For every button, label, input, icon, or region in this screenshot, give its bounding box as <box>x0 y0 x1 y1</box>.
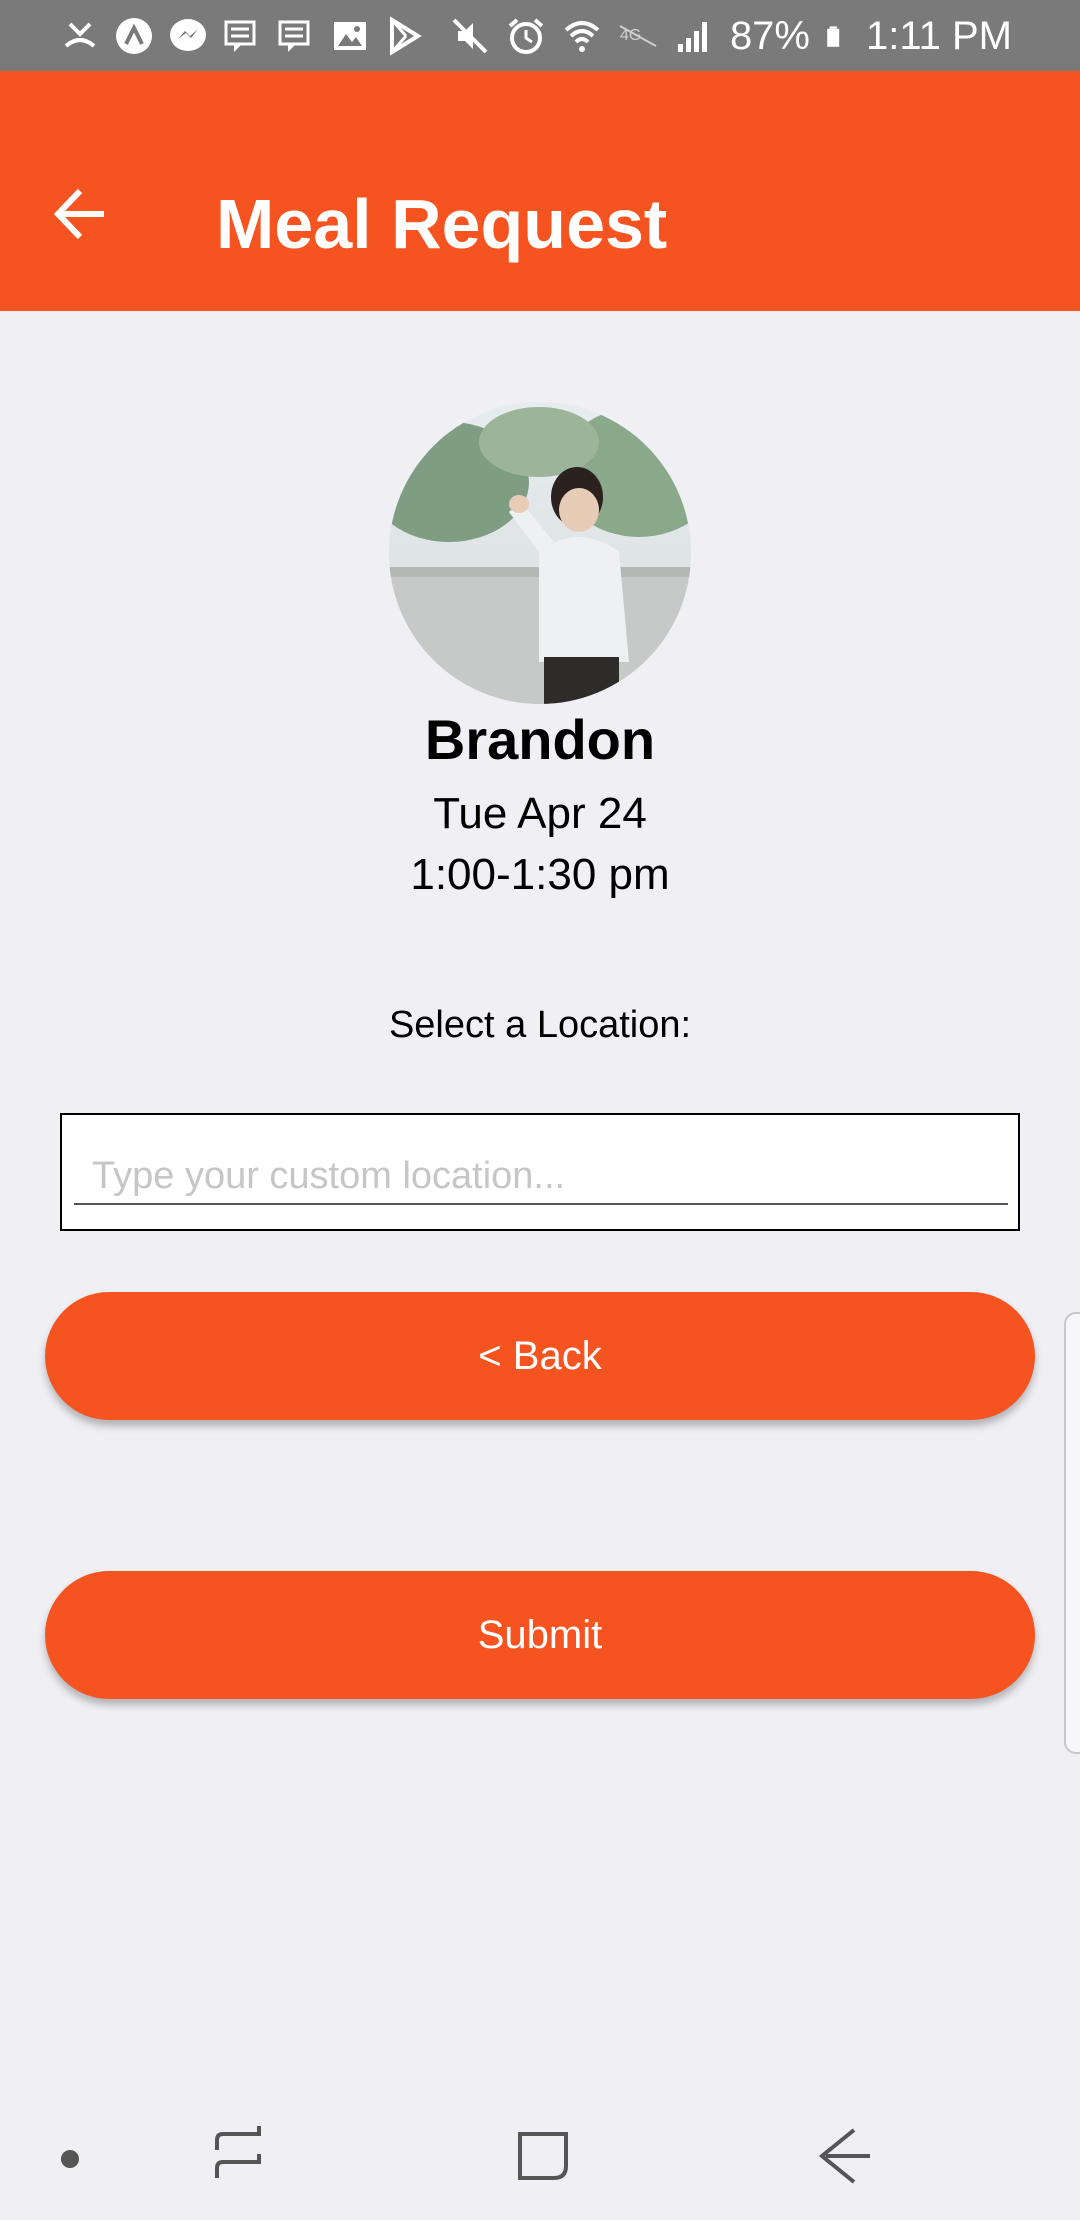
page-title: Meal Request <box>216 185 668 263</box>
app-icon <box>116 18 152 54</box>
messenger-icon <box>170 19 206 51</box>
signal-icon <box>677 22 707 52</box>
profile-photo <box>389 402 691 704</box>
edge-panel-handle[interactable] <box>1064 1312 1080 1754</box>
location-field <box>60 1113 1020 1231</box>
message-icon <box>278 20 310 52</box>
recent-apps-icon[interactable] <box>205 2120 275 2190</box>
missed-call-icon <box>64 22 96 48</box>
play-store-icon <box>390 16 422 56</box>
home-icon[interactable] <box>508 2120 578 2190</box>
wifi-icon <box>564 21 600 52</box>
avatar <box>389 402 691 704</box>
dot-icon[interactable] <box>61 2150 79 2168</box>
battery-percent: 87% <box>729 13 810 58</box>
status-bar: 4G 87% 1:11 PM <box>0 0 1080 71</box>
status-system: 4G 87% 1:11 PM <box>450 10 1012 62</box>
screen: 4G 87% 1:11 PM Meal Request Brandon Tue … <box>0 0 1080 2220</box>
location-label: Select a Location: <box>388 1004 692 1046</box>
location-input[interactable] <box>74 1129 1008 1205</box>
navigation-bar <box>0 2080 1080 2220</box>
meal-time: 1:00-1:30 pm <box>410 850 670 899</box>
arrow-left-icon[interactable] <box>50 181 116 247</box>
image-icon <box>334 22 366 50</box>
back-icon[interactable] <box>810 2120 880 2190</box>
4g-icon: 4G <box>619 25 657 47</box>
status-notifications <box>60 10 424 62</box>
battery-icon <box>827 26 840 47</box>
alarm-icon <box>508 18 544 54</box>
mute-icon <box>452 18 488 54</box>
submit-button[interactable]: Submit <box>45 1571 1035 1699</box>
user-name: Brandon <box>424 708 656 771</box>
message-icon <box>224 20 256 52</box>
clock: 1:11 PM <box>866 13 1012 58</box>
app-bar: Meal Request <box>0 71 1080 311</box>
back-button[interactable]: < Back <box>45 1292 1035 1420</box>
meal-date: Tue Apr 24 <box>433 789 647 838</box>
